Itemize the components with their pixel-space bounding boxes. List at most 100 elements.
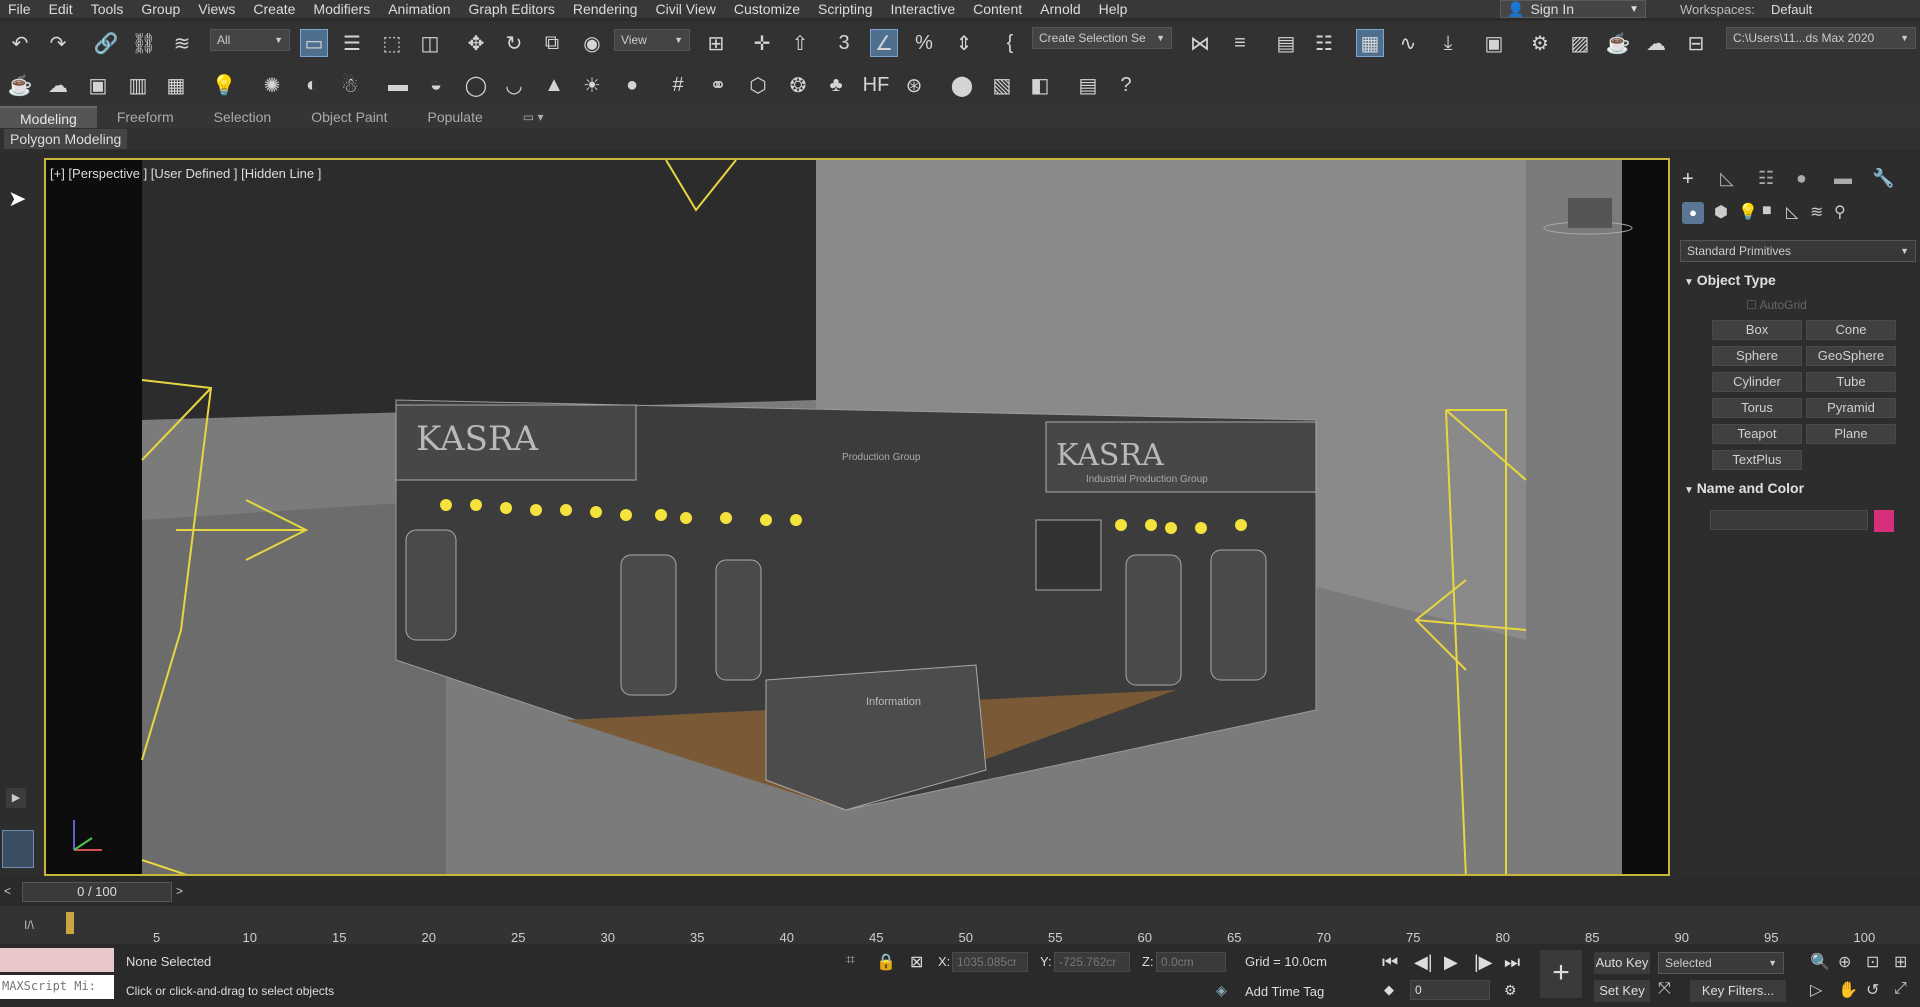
align-icon[interactable]: ≡ — [1226, 29, 1254, 57]
toggle-ribbon-icon[interactable]: ▦ — [1356, 29, 1384, 57]
layer-explorer-icon[interactable]: ☷ — [1310, 29, 1338, 57]
time-configuration-icon[interactable]: ⚙ — [1504, 982, 1517, 999]
orbit-icon[interactable]: ↺ — [1866, 980, 1879, 1000]
geosphere-button[interactable]: GeoSphere — [1806, 346, 1896, 366]
rectangular-selection-icon[interactable]: ⬚ — [378, 29, 406, 57]
geometry-icon[interactable]: ● — [1682, 202, 1704, 224]
next-frame-icon[interactable]: > — [176, 884, 183, 898]
zoom-all-icon[interactable]: ⊕ — [1838, 952, 1851, 972]
menu-scripting[interactable]: Scripting — [810, 1, 882, 17]
undo-icon[interactable]: ↶ — [6, 29, 34, 57]
go-to-start-icon[interactable]: ⏮ — [1382, 952, 1398, 973]
calculator-icon[interactable]: ▥ — [124, 71, 152, 99]
hair-fur-icon[interactable]: HF — [862, 71, 890, 99]
key-mode-dropdown[interactable]: Selected ▼ — [1658, 952, 1784, 974]
bowl-icon[interactable]: ◡ — [500, 71, 528, 99]
reference-coordinate-dropdown[interactable]: View ▼ — [614, 29, 690, 51]
name-and-color-rollout[interactable]: ▼ Name and Color — [1684, 480, 1804, 496]
menu-file[interactable]: File — [0, 1, 41, 17]
go-to-end-icon[interactable]: ⏭ — [1504, 952, 1520, 973]
plane-button[interactable]: Plane — [1806, 424, 1896, 444]
default-in-out-tangents-icon[interactable]: ⤧ — [1658, 980, 1671, 998]
z-coordinate-field[interactable]: 0.0cm — [1156, 952, 1226, 972]
helpers-icon[interactable]: ◺ — [1786, 202, 1798, 222]
maximize-viewport-icon[interactable]: ⤢ — [1894, 980, 1907, 998]
x-coordinate-field[interactable]: 1035.085cr — [952, 952, 1028, 972]
rotate-icon[interactable]: ↻ — [500, 29, 528, 57]
cloud-icon[interactable]: ☁ — [44, 71, 72, 99]
unlink-icon[interactable]: ⛓ — [130, 29, 158, 57]
percent-snap-icon[interactable]: % — [910, 29, 938, 57]
systems-icon[interactable]: ⚲ — [1834, 202, 1846, 222]
molecule-icon[interactable]: ⚭ — [704, 71, 732, 99]
menu-customize[interactable]: Customize — [726, 1, 810, 17]
bind-space-warp-icon[interactable]: ≋ — [168, 29, 196, 57]
menu-graph-editors[interactable]: Graph Editors — [460, 1, 564, 17]
absolute-mode-transform-icon[interactable]: ⊠ — [910, 952, 923, 972]
select-manipulate-icon[interactable]: ✛ — [748, 29, 776, 57]
sign-in-button[interactable]: 👤 Sign In ▼ — [1500, 0, 1646, 18]
render-in-cloud-icon[interactable]: ☁ — [1642, 29, 1670, 57]
half-sphere-icon[interactable]: ◐ — [298, 71, 326, 99]
tab-populate[interactable]: Populate — [407, 106, 502, 128]
y-coordinate-field[interactable]: -725.762cr — [1054, 952, 1130, 972]
menu-content[interactable]: Content — [965, 1, 1032, 17]
tab-object-paint[interactable]: Object Paint — [291, 106, 407, 128]
set-key-button[interactable]: Set Key — [1594, 980, 1650, 1002]
table-icon[interactable]: ▦ — [162, 71, 190, 99]
snaps-toggle-icon[interactable]: 3 — [830, 29, 858, 57]
viewport-label-menu[interactable]: [+] [Perspective ] [User Defined ] [Hidd… — [50, 166, 321, 181]
teapot-icon[interactable]: ☕ — [6, 71, 34, 99]
maxscript-listener-output[interactable] — [0, 948, 114, 972]
scale-icon[interactable]: ⧉ — [538, 29, 566, 57]
snowman-icon[interactable]: ☃ — [336, 71, 364, 99]
lights-icon[interactable]: 💡 — [1738, 202, 1758, 222]
curve-editor-icon[interactable]: ∿ — [1394, 29, 1422, 57]
place-icon[interactable]: ◉ — [578, 29, 606, 57]
menu-tools[interactable]: Tools — [83, 1, 134, 17]
zoom-icon[interactable]: 🔍 — [1810, 952, 1830, 972]
window-crossing-icon[interactable]: ◫ — [416, 29, 444, 57]
menu-civil-view[interactable]: Civil View — [647, 1, 725, 17]
menu-animation[interactable]: Animation — [380, 1, 460, 17]
selection-lock-icon[interactable]: 🔒 — [876, 952, 896, 972]
help-icon[interactable]: ? — [1112, 71, 1140, 99]
sun-icon[interactable]: ☀ — [578, 71, 606, 99]
object-name-input[interactable] — [1710, 510, 1868, 530]
category-dropdown[interactable]: Standard Primitives ▼ — [1680, 240, 1916, 262]
foliage-icon[interactable]: ♣ — [822, 71, 850, 99]
time-slider[interactable]: 0 / 100 — [22, 882, 172, 902]
sphere-icon[interactable]: ● — [618, 71, 646, 99]
edit-named-selection-icon[interactable]: { — [996, 29, 1024, 57]
textplus-button[interactable]: TextPlus — [1712, 450, 1802, 470]
pyramid-button[interactable]: Pyramid — [1806, 398, 1896, 418]
perspective-viewport[interactable]: KASRA KASRA Industrial Production Group … — [44, 158, 1670, 876]
menu-views[interactable]: Views — [190, 1, 245, 17]
menu-create[interactable]: Create — [245, 1, 305, 17]
disc-icon[interactable]: ◯ — [462, 71, 490, 99]
cone-icon[interactable]: ▲ — [540, 71, 568, 99]
next-key-icon[interactable]: |▶︎ — [1474, 952, 1493, 973]
selection-filter-dropdown[interactable]: All ▼ — [210, 29, 290, 51]
menu-modifiers[interactable]: Modifiers — [305, 1, 380, 17]
render-preview-icon[interactable]: ◧ — [1026, 71, 1054, 99]
object-color-swatch[interactable] — [1874, 510, 1894, 532]
display-tab-icon[interactable]: ▬ — [1834, 168, 1852, 189]
wireframe-cube-icon[interactable]: ⬡ — [744, 71, 772, 99]
previous-key-icon[interactable]: ◀︎| — [1414, 952, 1433, 973]
autogrid-checkbox[interactable]: ☐ AutoGrid — [1746, 298, 1807, 312]
previous-frame-icon[interactable]: < — [4, 884, 11, 898]
polygon-modeling-panel[interactable]: Polygon Modeling — [4, 129, 128, 149]
cone-button[interactable]: Cone — [1806, 320, 1896, 340]
render-production-icon[interactable]: ☕ — [1604, 29, 1632, 57]
menu-group[interactable]: Group — [133, 1, 190, 17]
workspaces-dropdown[interactable]: Default — [1767, 0, 1917, 18]
ribbon-options-icon[interactable]: ▭ ▾ — [503, 106, 564, 128]
menu-help[interactable]: Help — [1091, 1, 1138, 17]
pan-view-icon[interactable]: ✋ — [1838, 980, 1858, 1000]
menu-arnold[interactable]: Arnold — [1032, 1, 1090, 17]
render-setup-icon[interactable]: ⚙ — [1526, 29, 1554, 57]
tab-modeling[interactable]: Modeling — [0, 106, 97, 128]
spinner-snap-icon[interactable]: ⇕ — [950, 29, 978, 57]
field-of-view-icon[interactable]: ▷ — [1810, 980, 1822, 1000]
